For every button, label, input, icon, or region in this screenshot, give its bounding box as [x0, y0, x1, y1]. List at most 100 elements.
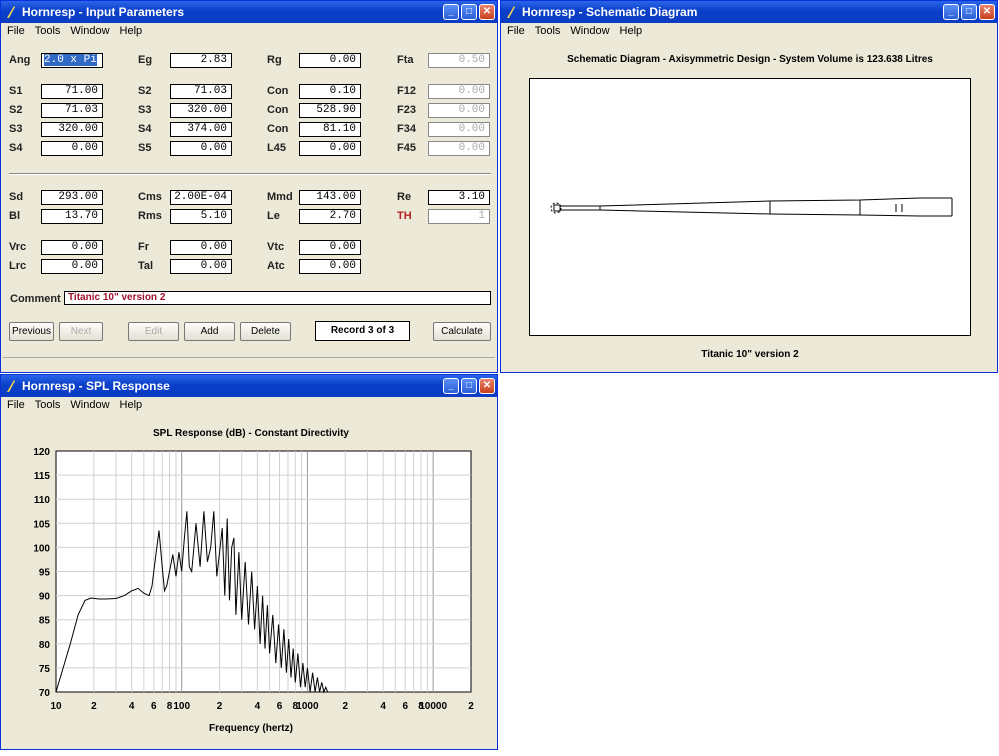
param-field-fta-3[interactable]: 0.50	[428, 53, 490, 68]
param-field-con-10[interactable]: 528.90	[299, 103, 361, 118]
menu-tools[interactable]: Tools	[35, 399, 61, 411]
param-field-lrc-31[interactable]: 0.00	[41, 259, 103, 274]
schematic-canvas	[529, 78, 971, 336]
maximize-icon[interactable]: □	[461, 378, 477, 394]
y-tick-label: 90	[39, 592, 51, 603]
minimize-icon[interactable]: _	[443, 4, 459, 20]
menu-help[interactable]: Help	[120, 25, 143, 37]
menu-tools[interactable]: Tools	[35, 25, 61, 37]
x-tick-label: 2	[343, 701, 349, 712]
spl-response-window: Hornresp - SPL Response _ □ ✕ File Tools…	[0, 374, 498, 750]
param-field-s5-17[interactable]: 0.00	[170, 141, 232, 156]
selected-text: 2.0 x Pi	[44, 54, 97, 66]
horn-schematic-drawing	[550, 197, 953, 217]
delete-button[interactable]: Delete	[240, 322, 291, 341]
menu-file[interactable]: File	[7, 399, 25, 411]
maximize-icon[interactable]: □	[461, 4, 477, 20]
menu-window[interactable]: Window	[570, 25, 609, 37]
param-field-vrc-28[interactable]: 0.00	[41, 240, 103, 255]
x-tick-label: 4	[380, 701, 386, 712]
param-label-bl-24: Bl	[9, 210, 20, 222]
param-label-con-14: Con	[267, 123, 289, 135]
param-field-bl-24[interactable]: 13.70	[41, 209, 103, 224]
x-tick-label: 2	[91, 701, 97, 712]
x-tick-label: 8	[167, 701, 173, 712]
param-field-f12-7[interactable]: 0.00	[428, 84, 490, 99]
param-label-s5-17: S5	[138, 142, 152, 154]
param-field-f34-15[interactable]: 0.00	[428, 122, 490, 137]
param-field-mmd-22[interactable]: 143.00	[299, 190, 361, 205]
param-label-s4-13: S4	[138, 123, 152, 135]
param-field-f23-11[interactable]: 0.00	[428, 103, 490, 118]
menu-file[interactable]: File	[7, 25, 25, 37]
param-field-le-26[interactable]: 2.70	[299, 209, 361, 224]
previous-button[interactable]: Previous	[9, 322, 54, 341]
param-field-eg-1[interactable]: 2.83	[170, 53, 232, 68]
edit-button[interactable]: Edit	[128, 322, 179, 341]
menu-tools[interactable]: Tools	[535, 25, 561, 37]
calculate-button[interactable]: Calculate	[433, 322, 491, 341]
param-field-s2-8[interactable]: 71.03	[41, 103, 103, 118]
menu-window[interactable]: Window	[70, 25, 109, 37]
param-field-s1-4[interactable]: 71.00	[41, 84, 103, 99]
param-label-f12-7: F12	[397, 85, 416, 97]
hornresp-app-icon	[7, 380, 15, 392]
menu-help[interactable]: Help	[120, 399, 143, 411]
close-icon[interactable]: ✕	[479, 378, 495, 394]
close-icon[interactable]: ✕	[479, 4, 495, 20]
comment-field[interactable]: Titanic 10" version 2	[64, 291, 491, 305]
param-field-s2-5[interactable]: 71.03	[170, 84, 232, 99]
param-label-th-27: TH	[397, 210, 412, 222]
next-button[interactable]: Next	[59, 322, 103, 341]
param-label-s3-12: S3	[9, 123, 23, 135]
maximize-icon[interactable]: □	[961, 4, 977, 20]
schematic-caption: Titanic 10" version 2	[701, 349, 799, 360]
param-field-cms-21[interactable]: 2.00E-04	[170, 190, 232, 205]
schematic-window-titlebar[interactable]: Hornresp - Schematic Diagram _ □ ✕	[501, 1, 997, 23]
param-field-tal-32[interactable]: 0.00	[170, 259, 232, 274]
param-field-re-23[interactable]: 3.10	[428, 190, 490, 205]
spl-window-titlebar[interactable]: Hornresp - SPL Response _ □ ✕	[1, 375, 497, 397]
param-field-vtc-30[interactable]: 0.00	[299, 240, 361, 255]
minimize-icon[interactable]: _	[943, 4, 959, 20]
param-field-con-14[interactable]: 81.10	[299, 122, 361, 137]
minimize-icon[interactable]: _	[443, 378, 459, 394]
menu-window[interactable]: Window	[70, 399, 109, 411]
input-window-menubar: File Tools Window Help	[1, 23, 497, 39]
param-field-s3-12[interactable]: 320.00	[41, 122, 103, 137]
param-label-f34-15: F34	[397, 123, 416, 135]
close-icon[interactable]: ✕	[979, 4, 995, 20]
param-label-re-23: Re	[397, 191, 412, 203]
param-label-s1-4: S1	[9, 85, 23, 97]
x-tick-label: 10	[50, 701, 62, 712]
param-field-s4-16[interactable]: 0.00	[41, 141, 103, 156]
param-field-l45-18[interactable]: 0.00	[299, 141, 361, 156]
input-window-titlebar[interactable]: Hornresp - Input Parameters _ □ ✕	[1, 1, 497, 23]
param-field-sd-20[interactable]: 293.00	[41, 190, 103, 205]
schematic-window-menubar: File Tools Window Help	[501, 23, 997, 39]
param-field-atc-33[interactable]: 0.00	[299, 259, 361, 274]
status-bar	[3, 357, 495, 370]
param-field-s3-9[interactable]: 320.00	[170, 103, 232, 118]
y-tick-label: 100	[33, 543, 50, 554]
comment-label: Comment	[10, 293, 61, 305]
param-field-f45-19[interactable]: 0.00	[428, 141, 490, 156]
param-field-rg-2[interactable]: 0.00	[299, 53, 361, 68]
driver-symbol	[553, 204, 561, 212]
add-button[interactable]: Add	[184, 322, 235, 341]
param-field-fr-29[interactable]: 0.00	[170, 240, 232, 255]
param-field-con-6[interactable]: 0.10	[299, 84, 361, 99]
param-field-ang-0[interactable]: 2.0 x Pi	[41, 53, 103, 68]
param-label-mmd-22: Mmd	[267, 191, 293, 203]
param-field-rms-25[interactable]: 5.10	[170, 209, 232, 224]
param-label-con-10: Con	[267, 104, 289, 116]
menu-file[interactable]: File	[507, 25, 525, 37]
menu-help[interactable]: Help	[620, 25, 643, 37]
x-tick-label: 6	[277, 701, 283, 712]
param-field-s4-13[interactable]: 374.00	[170, 122, 232, 137]
schematic-window: Hornresp - Schematic Diagram _ □ ✕ File …	[500, 0, 998, 373]
param-label-atc-33: Atc	[267, 260, 285, 272]
x-tick-label: 2	[217, 701, 223, 712]
param-label-rms-25: Rms	[138, 210, 162, 222]
param-field-th-27[interactable]: 1	[428, 209, 490, 224]
